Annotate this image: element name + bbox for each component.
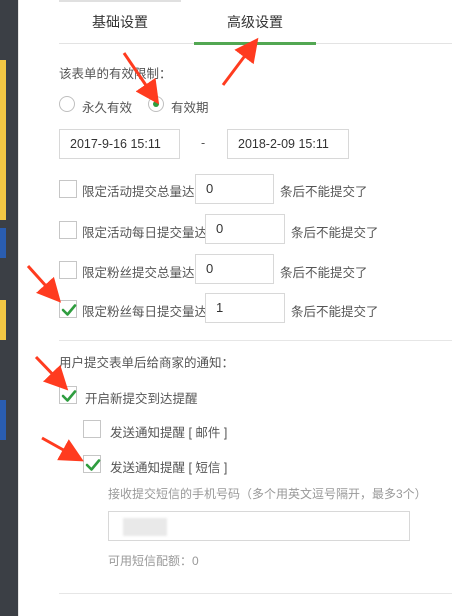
limit-daily-suffix: 条后不能提交了 xyxy=(291,226,379,240)
enable-notify-label: 开启新提交到达提醒 xyxy=(85,392,198,406)
limit-daily-input[interactable]: 0 xyxy=(205,214,285,244)
start-date-input[interactable]: 2017-9-16 15:11 xyxy=(59,129,180,159)
limit-fan-daily-checkbox[interactable] xyxy=(59,300,77,318)
checkmark-icon xyxy=(61,390,77,402)
sms-notify-checkbox[interactable] xyxy=(83,455,101,473)
radio-validity-period[interactable] xyxy=(148,96,164,112)
radio-permanent-label: 永久有效 xyxy=(82,101,133,115)
limit-fan-daily-suffix: 条后不能提交了 xyxy=(291,305,379,319)
tab-advanced-settings[interactable]: 高级设置 xyxy=(194,0,316,44)
limit-fan-total-checkbox[interactable] xyxy=(59,261,77,279)
limit-total-input[interactable]: 0 xyxy=(195,174,274,204)
tab-active-indicator xyxy=(194,42,316,45)
edge-highlight xyxy=(0,400,6,440)
radio-permanent[interactable] xyxy=(59,96,75,112)
radio-validity-period-label: 有效期 xyxy=(171,101,209,115)
advanced-settings-panel: 基础设置 高级设置 该表单的有效限制： 永久有效 有效期 2017-9-16 1… xyxy=(18,0,452,616)
checkmark-icon xyxy=(61,304,77,316)
limit-fan-daily-label: 限定粉丝每日提交量达 xyxy=(82,305,208,319)
email-notify-label: 发送通知提醒 [ 邮件 ] xyxy=(110,426,228,440)
limit-total-label: 限定活动提交总量达 xyxy=(82,185,195,199)
limit-total-suffix: 条后不能提交了 xyxy=(280,185,368,199)
validity-label: 该表单的有效限制： xyxy=(59,67,172,81)
notify-title: 用户提交表单后给商家的通知： xyxy=(59,356,235,370)
limit-fan-total-suffix: 条后不能提交了 xyxy=(280,266,368,280)
edge-highlight xyxy=(0,60,6,220)
sms-quota: 可用短信配额：0 xyxy=(108,554,199,568)
phone-number-input[interactable] xyxy=(108,511,410,541)
email-notify-checkbox[interactable] xyxy=(83,420,101,438)
limit-daily-label: 限定活动每日提交量达 xyxy=(82,226,208,240)
radio-selected-dot xyxy=(153,101,159,107)
checkmark-icon xyxy=(85,459,101,471)
redacted-phone xyxy=(123,518,167,536)
limit-total-checkbox[interactable] xyxy=(59,180,77,198)
tab-basic-settings[interactable]: 基础设置 xyxy=(59,0,181,44)
limit-fan-total-label: 限定粉丝提交总量达 xyxy=(82,266,195,280)
section-divider xyxy=(59,340,452,341)
enable-notify-checkbox[interactable] xyxy=(59,386,77,404)
limit-fan-total-input[interactable]: 0 xyxy=(195,254,274,284)
limit-daily-checkbox[interactable] xyxy=(59,221,77,239)
bottom-divider xyxy=(59,593,452,594)
limit-fan-daily-input[interactable]: 1 xyxy=(205,293,285,323)
phone-hint: 接收提交短信的手机号码（多个用英文逗号隔开，最多3个） xyxy=(108,487,427,501)
background-window-edge xyxy=(0,0,18,616)
sms-notify-label: 发送通知提醒 [ 短信 ] xyxy=(110,461,228,475)
edge-highlight xyxy=(0,228,6,258)
date-separator: - xyxy=(201,136,206,150)
end-date-input[interactable]: 2018-2-09 15:11 xyxy=(227,129,349,159)
edge-highlight xyxy=(0,300,6,340)
